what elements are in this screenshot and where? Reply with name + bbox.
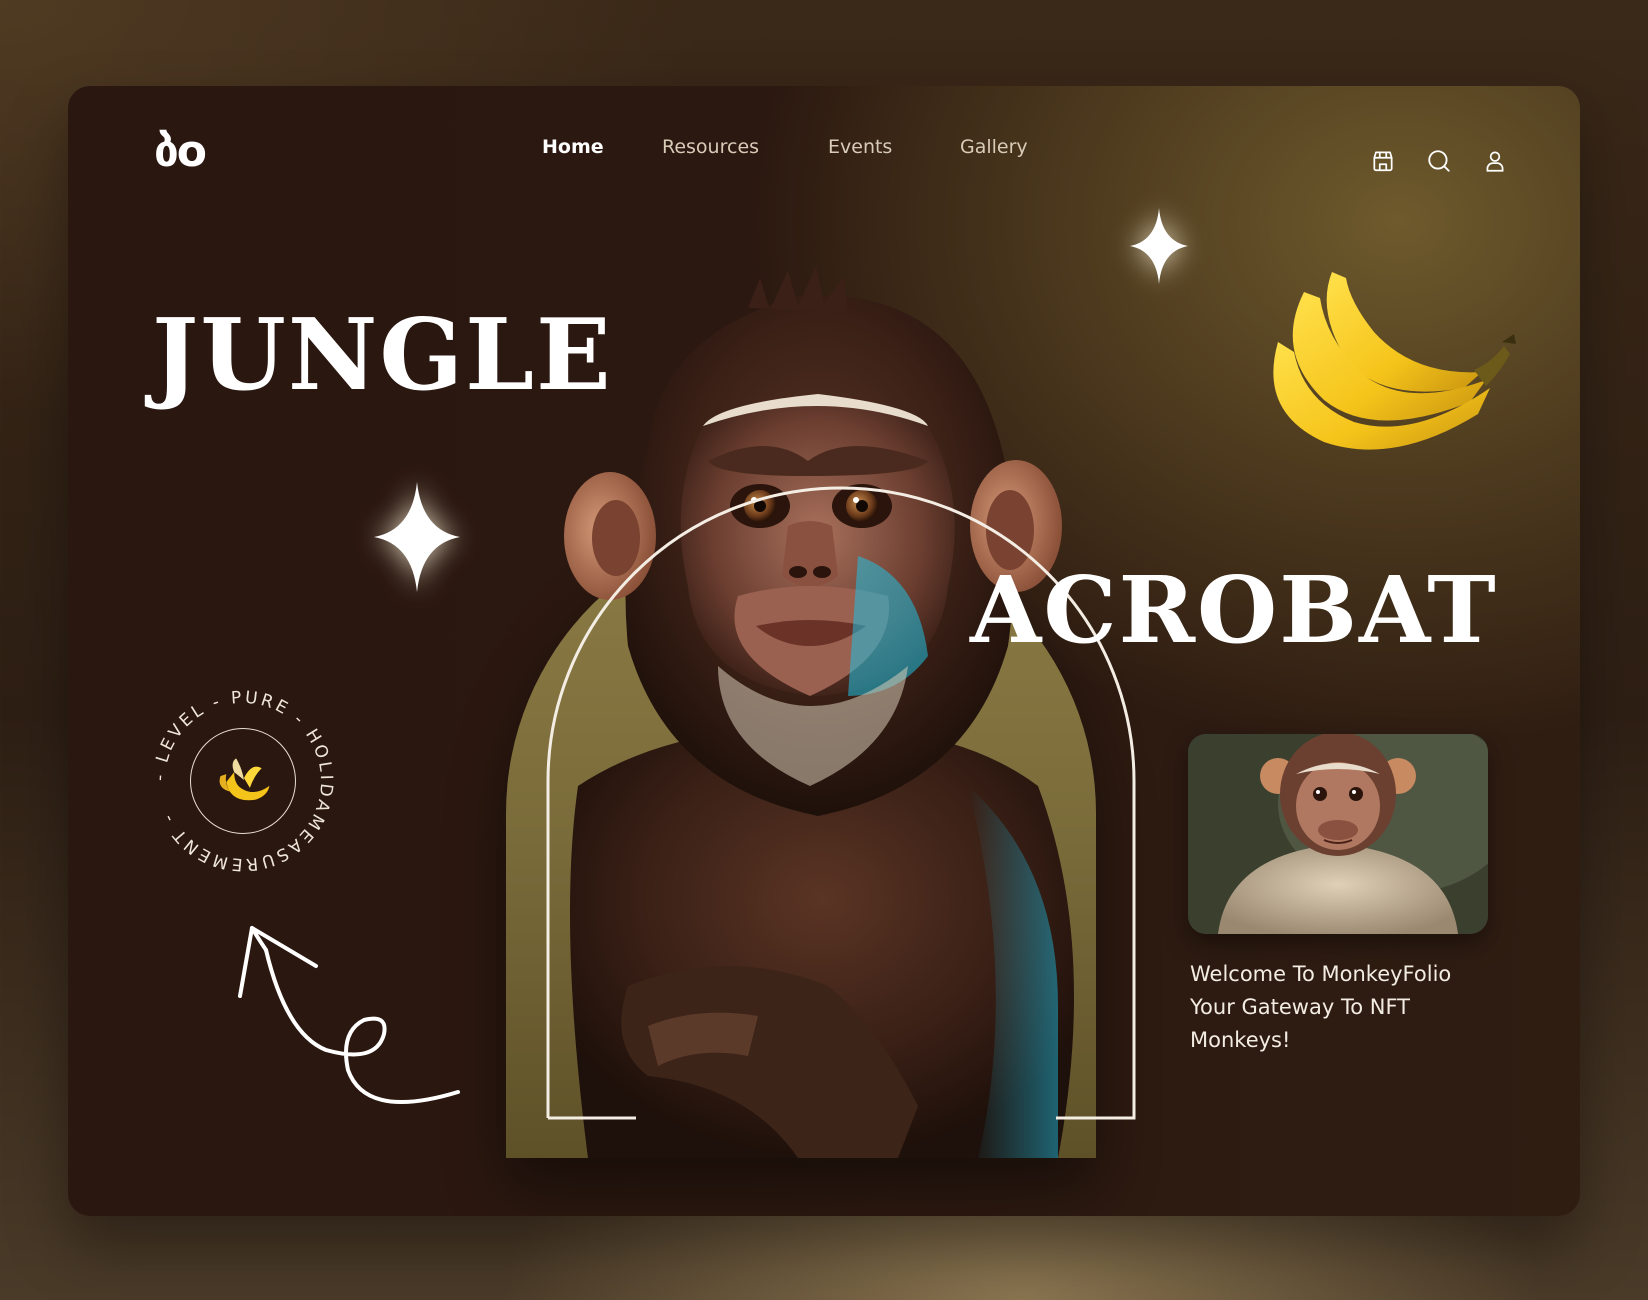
banana-bunch-icon — [1273, 272, 1516, 450]
badge-center — [190, 728, 296, 834]
nav-home[interactable]: Home — [542, 136, 604, 158]
welcome-text: Welcome To MonkeyFolio Your Gateway To N… — [1190, 962, 1452, 1052]
nft-preview-thumbnail[interactable] — [1188, 734, 1488, 934]
brand-logo[interactable]: ბo — [154, 126, 207, 177]
hero-title-acrobat: ACROBAT — [970, 556, 1498, 664]
user-icon[interactable] — [1482, 148, 1508, 174]
nav-resources[interactable]: Resources — [662, 136, 759, 158]
nav-events[interactable]: Events — [828, 136, 892, 158]
sparkle-top-icon — [1130, 208, 1188, 284]
hero-card: ბo Home Resources Events Gallery JUNGLE — [68, 86, 1580, 1216]
curved-arrow-icon — [238, 926, 460, 1104]
nav-gallery[interactable]: Gallery — [960, 136, 1028, 158]
small-monkey-image — [1188, 734, 1488, 934]
sparkle-left-icon — [374, 482, 460, 592]
banana-emoji-icon — [219, 758, 270, 801]
store-icon[interactable] — [1370, 148, 1396, 174]
search-icon[interactable] — [1426, 148, 1452, 174]
header-icons — [1370, 148, 1508, 174]
